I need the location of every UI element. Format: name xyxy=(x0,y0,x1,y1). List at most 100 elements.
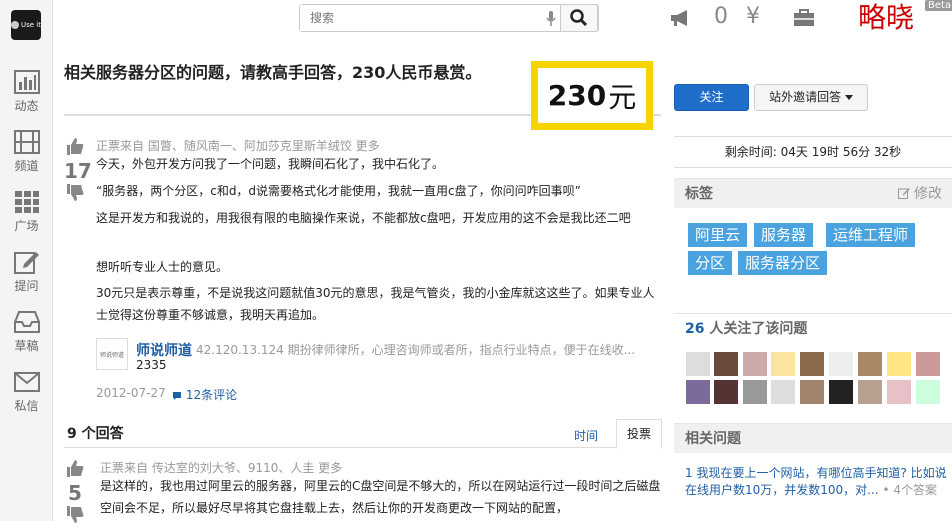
answer-vote: 5 xyxy=(64,458,86,528)
bounty-unit: 元 xyxy=(608,80,637,114)
thumbs-up-icon[interactable] xyxy=(65,458,85,478)
follower-avatar[interactable] xyxy=(858,352,882,376)
nav-item-channel[interactable]: 频道 xyxy=(0,130,53,174)
grid-icon xyxy=(14,191,39,213)
author-name[interactable]: 师说师道 xyxy=(136,340,192,360)
followers-header: 26 人关注了该问题 xyxy=(674,313,952,343)
question-paragraph: 今天，外包开发方问我了一个问题，我瞬间石化了，我中石化了。 xyxy=(96,157,445,171)
nav-item-drafts[interactable]: 草稿 xyxy=(0,310,53,354)
inbox-icon xyxy=(13,311,40,333)
question-date: 2012-07-27 xyxy=(96,386,166,400)
related-question[interactable]: 1 我现在要上一个网站，有哪位高手知道? 比如说在线用户数10万，并发数100，… xyxy=(685,465,947,499)
briefcase-icon[interactable] xyxy=(793,8,815,32)
question-title: 相关服务器分区的问题，请教高手回答，230人民币悬赏。 xyxy=(64,63,482,82)
author-avatar-text: 师说师道 xyxy=(99,351,124,359)
nav-label: 动态 xyxy=(14,99,39,113)
remaining-time: 剩余时间: 04天 19时 56分 32秒 xyxy=(674,136,952,168)
answer-text: 是这样的，我也用过阿里云的服务器，阿里云的C盘空间是不够大的，所以在网站运行过一… xyxy=(100,479,661,515)
follower-avatar[interactable] xyxy=(771,352,795,376)
tag[interactable]: 服务器 xyxy=(754,223,814,247)
nav-item-feed[interactable]: 动态 xyxy=(0,70,53,114)
microphone-icon[interactable] xyxy=(546,11,556,27)
follow-button[interactable]: 关注 xyxy=(674,84,749,111)
related-header: 相关问题 xyxy=(674,423,952,453)
follower-avatar[interactable] xyxy=(771,380,795,404)
search-button[interactable] xyxy=(560,4,598,32)
follower-avatar[interactable] xyxy=(916,380,940,404)
follower-avatar[interactable] xyxy=(887,380,911,404)
beta-badge: Beta xyxy=(925,0,952,11)
follower-avatar[interactable] xyxy=(743,380,767,404)
comments-count: 12条评论 xyxy=(185,388,238,402)
author-score: 2335 xyxy=(136,358,167,372)
related-answer-count: • 4个答案 xyxy=(882,483,937,497)
nav-label: 草稿 xyxy=(14,339,39,353)
thumbs-down-icon[interactable] xyxy=(65,505,85,525)
sort-by-time[interactable]: 时间 xyxy=(574,427,598,444)
answer-vote-count: 5 xyxy=(68,481,82,505)
mail-icon xyxy=(13,372,40,392)
nav-label: 提问 xyxy=(14,279,39,293)
follower-avatar[interactable] xyxy=(743,352,767,376)
invite-button[interactable]: 站外邀请回答 xyxy=(754,84,868,111)
follower-avatar[interactable] xyxy=(714,352,738,376)
left-nav: Use it 动态 频道 广场 提问 草稿 私信 xyxy=(0,0,53,521)
logo-text: Use it xyxy=(21,21,41,29)
nav-item-messages[interactable]: 私信 xyxy=(0,370,53,414)
thumbs-down-icon[interactable] xyxy=(65,183,85,203)
followers-label: 人关注了该问题 xyxy=(709,321,808,337)
bounty-badge: 230 元 xyxy=(531,61,653,130)
tag[interactable]: 服务器分区 xyxy=(738,251,828,275)
currency-icon[interactable]: ¥ xyxy=(746,4,760,29)
related-heading: 相关问题 xyxy=(685,431,741,447)
followers-count[interactable]: 26 xyxy=(685,321,704,337)
follower-avatar[interactable] xyxy=(686,352,710,376)
question-paragraph: 这是开发方和我说的，用我很有限的电脑操作来说，不能都放c盘吧，开发应用的这不会是… xyxy=(96,211,631,225)
follower-avatar[interactable] xyxy=(800,380,824,404)
follower-avatar[interactable] xyxy=(714,380,738,404)
follower-avatar[interactable] xyxy=(829,352,853,376)
tags-header: 标签 修改 xyxy=(674,178,952,208)
answer-voters[interactable]: 正票来自 传达室的刘大爷、9110、人圭 更多 xyxy=(100,459,342,476)
app-logo[interactable]: Use it xyxy=(11,10,41,40)
bar-chart-icon xyxy=(13,70,40,94)
edit-tags-label: 修改 xyxy=(914,186,942,202)
author-avatar[interactable]: 师说师道 xyxy=(96,338,128,370)
edit-icon xyxy=(13,252,39,274)
sort-by-vote[interactable]: 投票 xyxy=(616,419,662,449)
follower-avatar[interactable] xyxy=(858,380,882,404)
follower-avatar[interactable] xyxy=(916,352,940,376)
answers-count: 9 个回答 xyxy=(67,426,124,442)
nav-item-ask[interactable]: 提问 xyxy=(0,250,53,294)
question-paragraph: “服务器，两个分区，c和d，d说需要格式化才能使用，我就一直用c盘了，你问问咋回… xyxy=(96,184,581,198)
search-input[interactable] xyxy=(300,5,560,31)
edit-tags-link[interactable]: 修改 xyxy=(897,179,942,209)
tag[interactable]: 分区 xyxy=(688,251,733,275)
tag[interactable]: 阿里云 xyxy=(688,223,748,247)
question-paragraph: 30元只是表示尊重，不是说我这问题就值30元的意思，我是气管炎，我的小金库就这这… xyxy=(96,286,655,322)
bounty-amount: 230 xyxy=(547,79,607,112)
vote-count: 17 xyxy=(64,159,92,183)
caret-down-icon xyxy=(844,94,853,100)
notification-count[interactable]: 0 xyxy=(714,4,728,29)
tag[interactable]: 运维工程师 xyxy=(826,223,916,247)
edit-icon xyxy=(897,188,910,199)
question-vote: 17 xyxy=(64,136,92,206)
film-icon xyxy=(13,130,40,154)
follower-avatar[interactable] xyxy=(686,380,710,404)
megaphone-icon[interactable] xyxy=(669,8,691,32)
topbar: 0 ¥ 略晓 Beta xyxy=(53,0,952,40)
follower-avatar[interactable] xyxy=(829,380,853,404)
tags-heading: 标签 xyxy=(685,186,713,202)
comment-icon xyxy=(173,391,181,400)
follower-avatar[interactable] xyxy=(887,352,911,376)
nav-item-square[interactable]: 广场 xyxy=(0,190,53,234)
follower-avatar[interactable] xyxy=(800,352,824,376)
author-description: 42.120.13.124 期扮律师律所，心理咨询师或者所，指点行业特点，便于在… xyxy=(196,343,636,357)
comments-link[interactable]: 12条评论 xyxy=(172,386,237,403)
thumbs-up-icon[interactable] xyxy=(65,136,85,156)
brand-logo[interactable]: 略晓 xyxy=(858,0,914,36)
invite-button-label: 站外邀请回答 xyxy=(769,90,842,104)
nav-label: 广场 xyxy=(14,219,39,233)
question-voters[interactable]: 正票来自 国瞥、随风南一、阿加莎克里斯羊绒饺 更多 xyxy=(96,137,380,154)
